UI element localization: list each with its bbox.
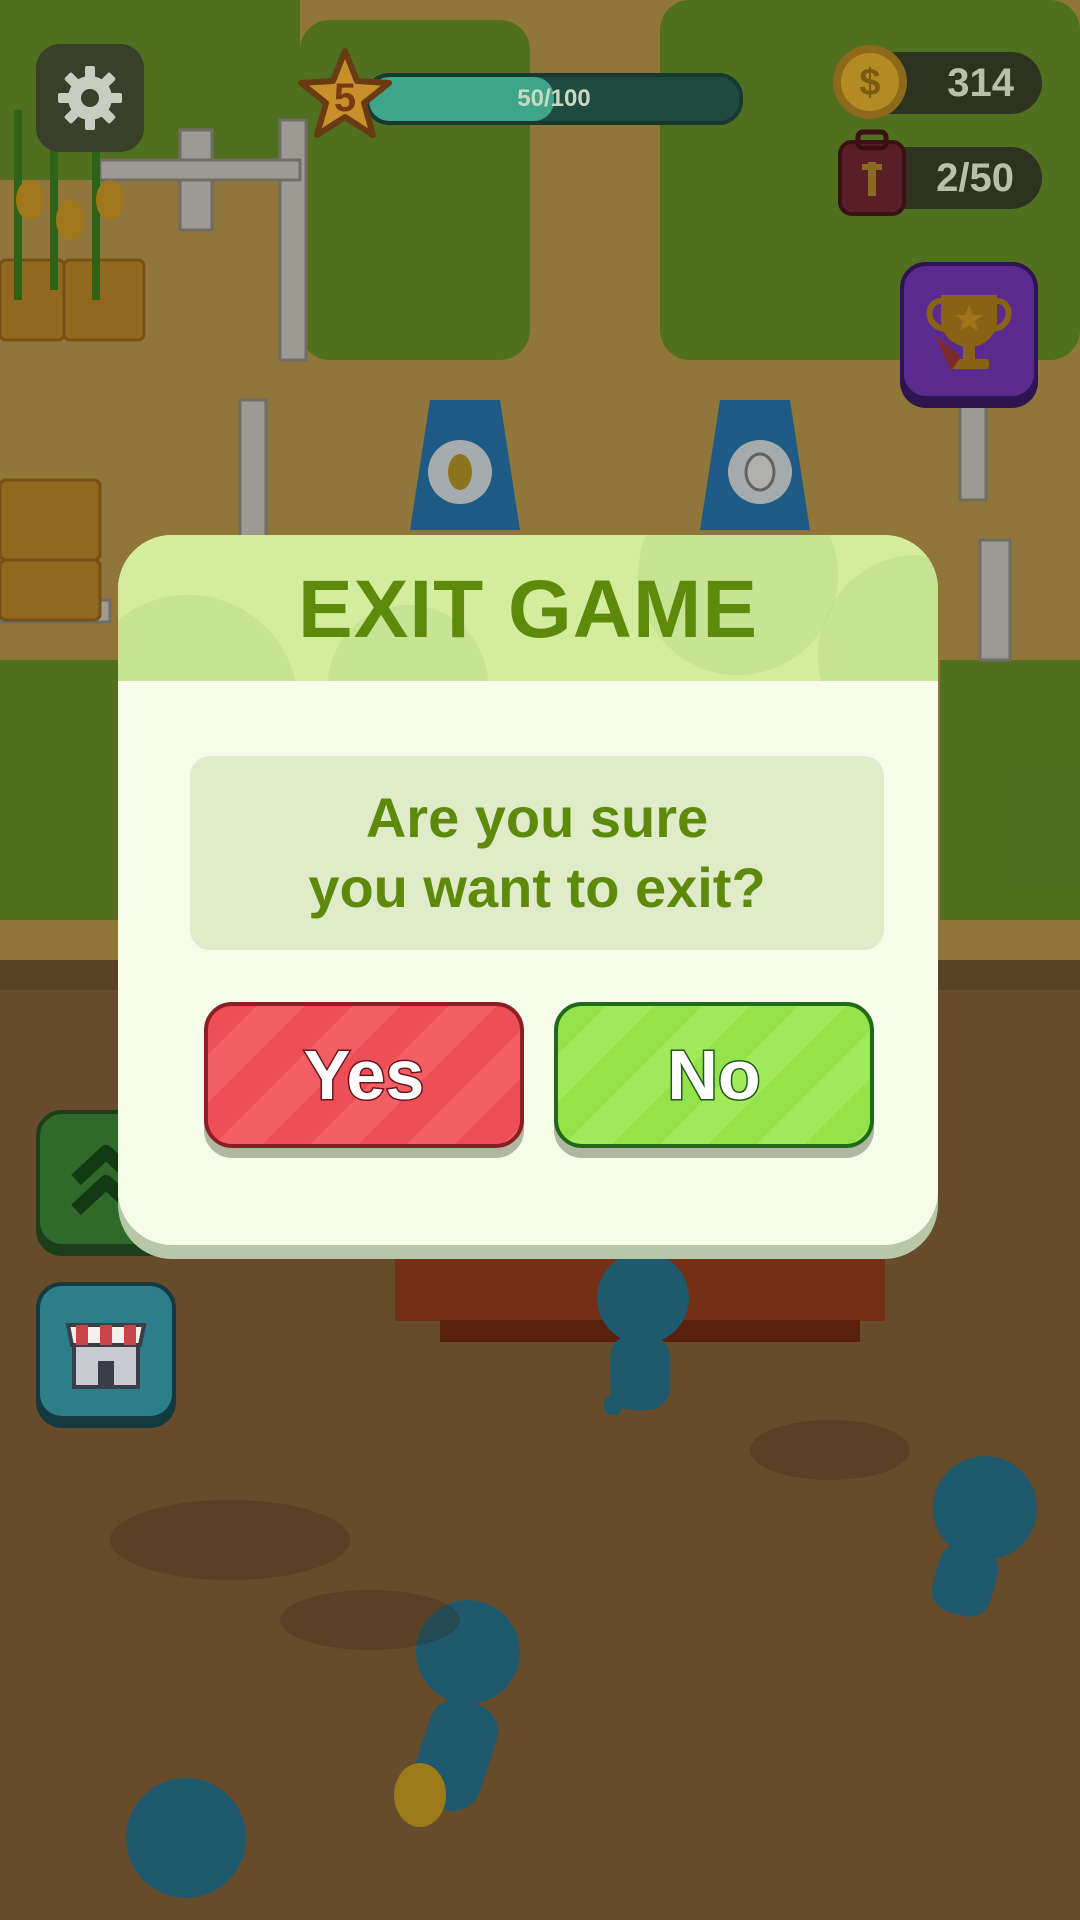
- dialog-title: EXIT GAME: [297, 564, 759, 655]
- shop-icon: [65, 1323, 147, 1389]
- level-number: 5: [333, 75, 357, 120]
- coin-count: 314: [947, 60, 1014, 105]
- level-progress: 50/100 5: [295, 45, 745, 145]
- xp-bar: 50/100: [365, 73, 743, 125]
- message-line-1: Are you sure: [365, 786, 709, 849]
- no-button-label: No: [666, 1035, 762, 1116]
- trophy-button[interactable]: [900, 262, 1038, 400]
- coin-icon: $: [833, 45, 907, 119]
- no-button[interactable]: No: [554, 1002, 874, 1148]
- message-line-2: you want to exit?: [308, 856, 766, 919]
- svg-text:$: $: [859, 62, 880, 104]
- yes-button-label: Yes: [302, 1035, 426, 1116]
- exit-dialog: EXIT GAME Are you sure you want to exit?…: [118, 535, 938, 1245]
- yes-button[interactable]: Yes: [204, 1002, 524, 1148]
- dialog-message: Are you sure you want to exit?: [190, 756, 884, 950]
- trophy-icon: [926, 295, 1012, 371]
- backpack-icon: [838, 129, 906, 216]
- bag-count: 2/50: [936, 155, 1014, 200]
- dialog-header: EXIT GAME: [118, 535, 938, 681]
- shop-button[interactable]: [36, 1282, 176, 1420]
- gear-icon: [58, 66, 122, 130]
- settings-button[interactable]: [36, 44, 144, 152]
- xp-text: 50/100: [517, 85, 591, 112]
